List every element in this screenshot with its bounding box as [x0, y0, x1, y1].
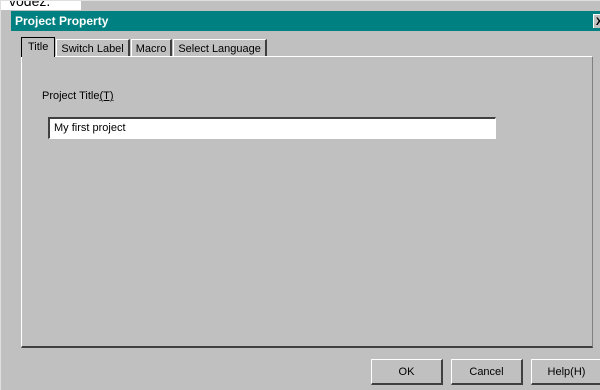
tab-strip: Title Switch Label Macro Select Language [21, 37, 268, 57]
project-property-dialog: vodez. Project Property X Title Switch L… [0, 0, 600, 390]
tab-switch-label[interactable]: Switch Label [56, 39, 130, 57]
dialog-title: Project Property [15, 14, 109, 28]
tab-macro[interactable]: Macro [130, 39, 173, 57]
help-button[interactable]: Help(H) [531, 359, 600, 385]
shortcut-key: (T) [99, 90, 114, 102]
tab-title[interactable]: Title [21, 37, 56, 57]
tab-panel-title: Project Title(T) My first project [21, 56, 593, 348]
cropped-caption-text: vodez. [1, 1, 81, 10]
tab-select-language[interactable]: Select Language [173, 39, 267, 57]
cancel-button[interactable]: Cancel [451, 359, 523, 385]
project-title-label: Project Title(T) [42, 90, 114, 102]
close-icon: X [595, 16, 600, 28]
title-bar[interactable]: Project Property X [11, 11, 600, 31]
ok-button[interactable]: OK [371, 359, 443, 385]
project-title-input[interactable]: My first project [48, 117, 496, 139]
close-button[interactable]: X [593, 14, 600, 28]
